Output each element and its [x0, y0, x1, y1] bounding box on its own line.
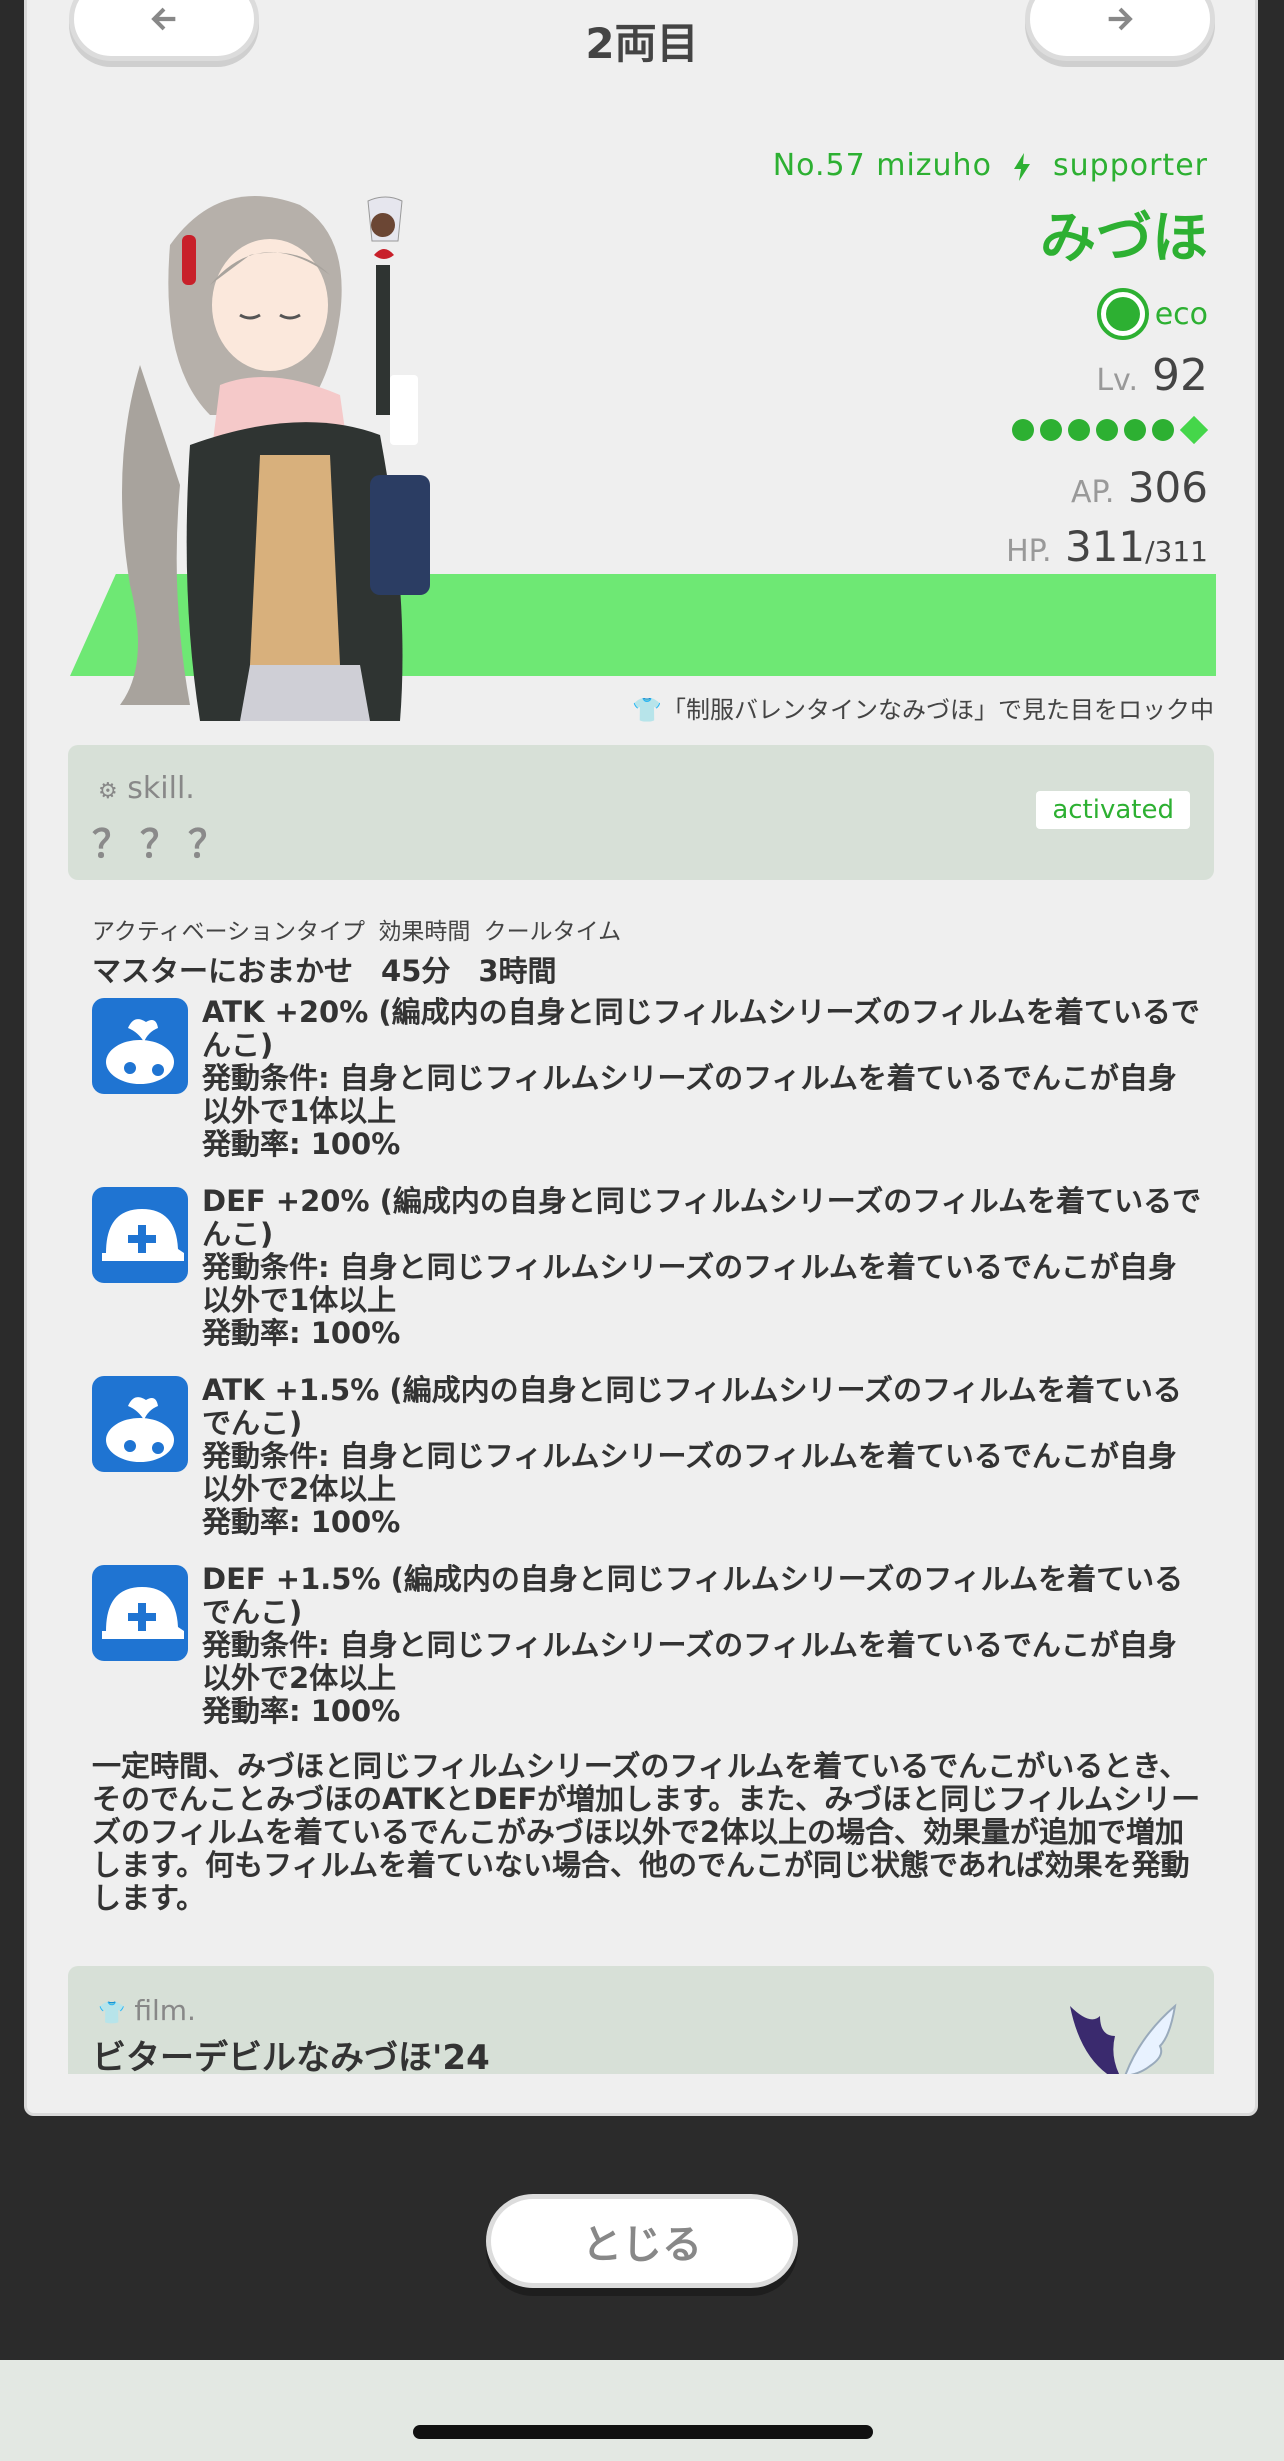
def-helmet-icon — [92, 1187, 188, 1283]
lv-label: Lv. — [1096, 363, 1138, 398]
film-box[interactable]: 👕 film. ビターデビルなみづほ'24 — [68, 1966, 1214, 2074]
effect-text: ATK +20% (編成内の自身と同じフィルムシリーズのフィルムを着ているでんこ… — [202, 995, 1200, 1161]
duration: 45分 — [381, 954, 451, 988]
film-label: film. — [134, 1994, 196, 2027]
bottom-safe-area — [0, 2360, 1284, 2461]
page-title: 2両目 — [585, 19, 699, 68]
skill-description: 一定時間、みづほと同じフィルムシリーズのフィルムを着ているでんこがいるとき、その… — [92, 1749, 1201, 1915]
atk-character-icon — [92, 998, 188, 1094]
rank-dots — [773, 415, 1209, 445]
effect-text: DEF +20% (編成内の自身と同じフィルムシリーズのフィルムを着ているでんこ… — [202, 1184, 1202, 1350]
effect-text: DEF +1.5% (編成内の自身と同じフィルムシリーズのフィルムを着ているでん… — [202, 1562, 1184, 1728]
wings-icon — [1070, 2003, 1177, 2074]
activation-info: アクティベーションタイプ 効果時間 クールタイム マスターにおまかせ 45分 3時間 — [92, 912, 621, 990]
lightning-icon — [1014, 152, 1031, 181]
cooldown: 3時間 — [478, 954, 557, 988]
character-info: No.57 mizuho supporter みづほ eco Lv. 92 AP… — [772, 148, 1209, 571]
shirt-icon: 👕 — [632, 696, 662, 724]
rank-dot — [1040, 419, 1062, 441]
appearance-lock-note: 👕「制服バレンタインなみづほ」で見た目をロック中 — [632, 696, 1214, 724]
shirt-icon: 👕 — [98, 2001, 126, 2026]
eco-leaf-icon — [1096, 288, 1149, 340]
effect-item: DEF +1.5% (編成内の自身と同じフィルムシリーズのフィルムを着ているでん… — [92, 1563, 1202, 1733]
effect-item: ATK +20% (編成内の自身と同じフィルムシリーズのフィルムを着ているでんこ… — [92, 996, 1202, 1166]
close-button[interactable]: とじる — [486, 2194, 798, 2288]
character-illustration — [120, 196, 430, 721]
rank-dot — [1068, 419, 1090, 441]
element-label: eco — [1154, 296, 1208, 332]
home-indicator[interactable] — [413, 2425, 873, 2439]
activation-headers: アクティベーションタイプ 効果時間 クールタイム — [92, 919, 622, 945]
skill-box[interactable]: ⚙ skill. ？？？ activated — [68, 745, 1214, 880]
effect-item: DEF +20% (編成内の自身と同じフィルムシリーズのフィルムを着ているでんこ… — [92, 1185, 1202, 1355]
hp-label: HP. — [1006, 534, 1052, 569]
effect-text: ATK +1.5% (編成内の自身と同じフィルムシリーズのフィルムを着ているでん… — [202, 1373, 1182, 1539]
level-value: 92 — [1152, 350, 1208, 401]
ap-label: AP. — [1070, 475, 1115, 510]
skill-robot-icon: ⚙ — [98, 779, 118, 804]
atk-character-icon — [92, 1376, 188, 1472]
effect-item: ATK +1.5% (編成内の自身と同じフィルムシリーズのフィルムを着ているでん… — [92, 1374, 1202, 1544]
activation-type: マスターにおまかせ — [92, 954, 354, 988]
def-helmet-icon — [92, 1565, 188, 1661]
hp-value: 311 — [1064, 522, 1146, 571]
rank-diamond — [1179, 415, 1209, 445]
rank-dot — [1096, 419, 1118, 441]
character-name: みづほ — [1040, 206, 1208, 271]
character-number: No.57 mizuho — [772, 148, 992, 183]
character-role: supporter — [1053, 148, 1208, 183]
ap-value: 306 — [1127, 463, 1208, 512]
skill-status-badge: activated — [1036, 791, 1190, 829]
hp-max: /311 — [1145, 535, 1208, 568]
skill-label: skill. — [127, 771, 195, 806]
rank-dot — [1012, 419, 1034, 441]
skill-name: ？？？ — [92, 822, 237, 866]
rank-dot — [1124, 419, 1146, 441]
rank-dot — [1152, 419, 1174, 441]
film-name: ビターデビルなみづほ'24 — [92, 2038, 490, 2074]
